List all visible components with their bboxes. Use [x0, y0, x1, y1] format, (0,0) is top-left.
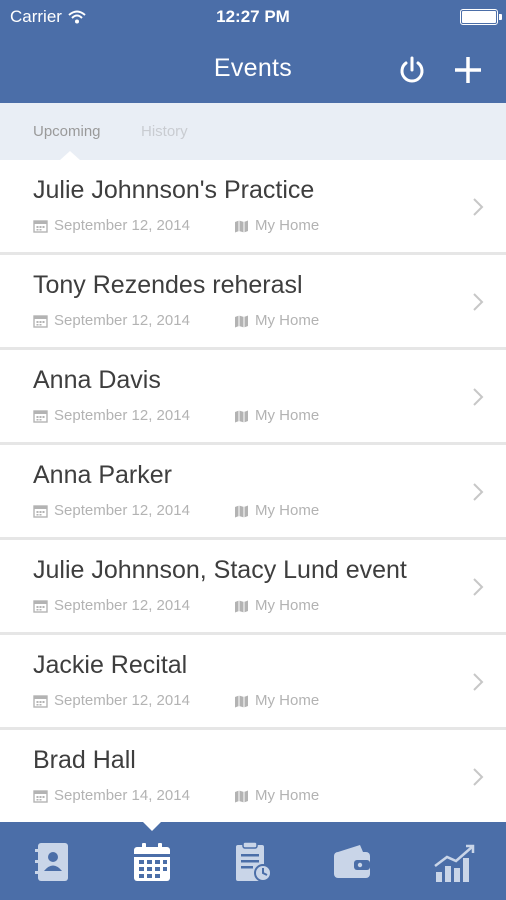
calendar-small-icon: [33, 314, 48, 328]
status-time: 12:27 PM: [216, 7, 290, 26]
tab-events[interactable]: [130, 840, 174, 884]
map-icon: [235, 600, 248, 612]
plus-icon: [455, 57, 481, 83]
calendar-small-icon: [33, 219, 48, 233]
map-icon: [235, 410, 248, 422]
event-row[interactable]: Julie Johnnson's Practice September 12, …: [0, 160, 506, 255]
event-date-text: September 12, 2014: [54, 502, 190, 519]
nav-bar: Events: [0, 34, 506, 103]
event-row[interactable]: Julie Johnnson, Stacy Lund event Septemb…: [0, 540, 506, 635]
page-title: Events: [213, 54, 293, 82]
event-row[interactable]: Jackie Recital September 12, 2014 My Hom…: [0, 635, 506, 730]
tab-upcoming[interactable]: Upcoming: [33, 123, 101, 140]
tab-contacts[interactable]: [30, 840, 74, 884]
event-date: September 12, 2014: [33, 217, 190, 234]
event-location: My Home: [234, 597, 319, 614]
tab-bar: [0, 822, 506, 900]
header: Carrier 12:27 PM Events: [0, 0, 506, 103]
event-location: My Home: [234, 502, 319, 519]
event-title: Julie Johnnson, Stacy Lund event: [33, 556, 407, 584]
event-date-text: September 12, 2014: [54, 312, 190, 329]
calendar-small-icon: [33, 789, 48, 803]
event-location-text: My Home: [255, 312, 320, 329]
event-date-text: September 12, 2014: [54, 217, 190, 234]
chevron-right-icon: [473, 768, 484, 786]
event-location-text: My Home: [255, 692, 320, 709]
event-date-text: September 12, 2014: [54, 597, 190, 614]
add-event-button[interactable]: [450, 52, 486, 88]
event-date-text: September 12, 2014: [54, 407, 190, 424]
calendar-small-icon: [33, 599, 48, 613]
event-date: September 12, 2014: [33, 407, 190, 424]
event-date: September 12, 2014: [33, 597, 190, 614]
selected-tab-indicator: [143, 822, 161, 831]
calendar-small-icon: [33, 694, 48, 708]
event-title: Anna Davis: [33, 366, 161, 394]
event-list: Julie Johnnson's Practice September 12, …: [0, 160, 506, 822]
chevron-right-icon: [473, 198, 484, 216]
event-date: September 14, 2014: [33, 787, 190, 804]
event-row[interactable]: Anna Parker September 12, 2014 My Home: [0, 445, 506, 540]
wallet-icon: [334, 845, 370, 878]
bar-chart-trend-icon: [434, 844, 475, 882]
event-location: My Home: [234, 407, 319, 424]
calendar-small-icon: [33, 409, 48, 423]
tab-lessons[interactable]: [230, 840, 274, 884]
event-row[interactable]: Brad Hall September 14, 2014 My Home: [0, 730, 506, 822]
calendar-icon: [134, 843, 170, 881]
event-location: My Home: [234, 217, 319, 234]
event-date: September 12, 2014: [33, 312, 190, 329]
tab-reports[interactable]: [432, 840, 476, 884]
chevron-right-icon: [473, 388, 484, 406]
power-button[interactable]: [394, 52, 430, 88]
event-date-text: September 14, 2014: [54, 787, 190, 804]
battery-icon: [460, 9, 502, 25]
event-location: My Home: [234, 787, 319, 804]
event-title: Brad Hall: [33, 746, 136, 774]
map-icon: [235, 315, 248, 327]
map-icon: [235, 220, 248, 232]
chevron-right-icon: [473, 673, 484, 691]
status-bar: Carrier 12:27 PM: [0, 0, 506, 34]
event-date-text: September 12, 2014: [54, 692, 190, 709]
contacts-book-icon: [35, 843, 68, 881]
event-row[interactable]: Anna Davis September 12, 2014 My Home: [0, 350, 506, 445]
event-title: Julie Johnnson's Practice: [33, 176, 315, 204]
event-row[interactable]: Tony Rezendes reherasl September 12, 201…: [0, 255, 506, 350]
event-title: Anna Parker: [33, 461, 172, 489]
chevron-right-icon: [473, 293, 484, 311]
clipboard-clock-icon: [236, 841, 272, 882]
calendar-small-icon: [33, 504, 48, 518]
chevron-right-icon: [473, 483, 484, 501]
map-icon: [235, 790, 248, 802]
event-location-text: My Home: [255, 502, 320, 519]
event-location: My Home: [234, 312, 319, 329]
chevron-right-icon: [473, 578, 484, 596]
map-icon: [235, 505, 248, 517]
selected-tab-indicator: [60, 151, 80, 160]
event-location-text: My Home: [255, 787, 320, 804]
map-icon: [235, 695, 248, 707]
event-title: Jackie Recital: [33, 651, 188, 679]
event-date: September 12, 2014: [33, 692, 190, 709]
event-location-text: My Home: [255, 597, 320, 614]
event-location-text: My Home: [255, 407, 320, 424]
event-location: My Home: [234, 692, 319, 709]
tab-history[interactable]: History: [141, 123, 188, 140]
tab-payments[interactable]: [330, 840, 374, 884]
event-date: September 12, 2014: [33, 502, 190, 519]
power-icon: [400, 56, 424, 83]
event-location-text: My Home: [255, 217, 320, 234]
event-title: Tony Rezendes reherasl: [33, 271, 303, 299]
